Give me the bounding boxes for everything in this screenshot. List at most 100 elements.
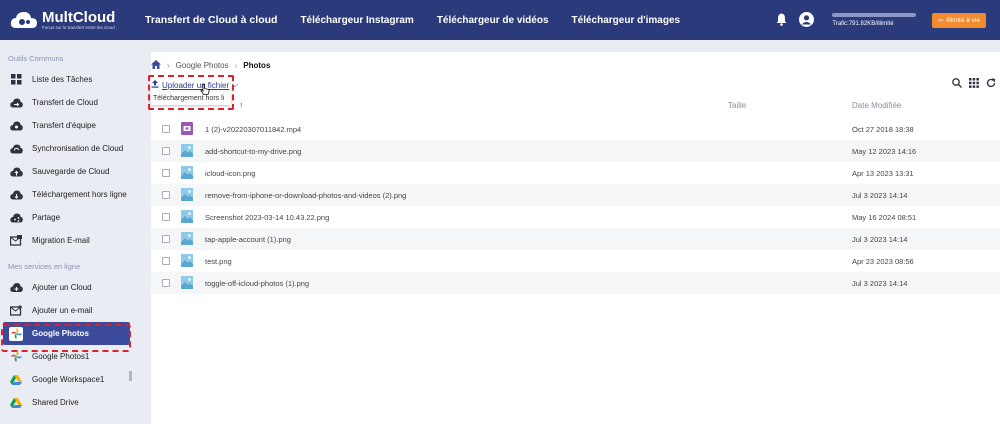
share-icon [9,211,23,225]
sidebar-item-email-migration[interactable]: Migration E-mail [0,229,135,252]
column-date-modified[interactable]: Date Modifiée [852,101,901,110]
sidebar-item-google-workspace1[interactable]: Google Workspace1 [0,368,135,391]
file-date: Apr 13 2023 13:31 [852,169,914,178]
file-name[interactable]: 1 (2)-v20220307011842.mp4 [205,125,301,134]
brand-name: MultCloud [42,8,116,26]
bell-icon[interactable] [776,13,787,28]
sidebar-item-cloud-transfer[interactable]: Transfert de Cloud [0,91,135,114]
image-file-icon [181,166,193,179]
file-date: Jul 3 2023 14:14 [852,279,908,288]
sort-arrow-icon[interactable]: ↑ [239,100,244,110]
image-file-icon [181,210,193,223]
traffic-text: Trafic:791.82KB/illimité [832,21,894,27]
row-checkbox[interactable] [162,213,170,221]
main-nav: Transfert de Cloud à cloud Téléchargeur … [145,0,703,40]
row-checkbox[interactable] [162,125,170,133]
file-date: Jul 3 2023 14:14 [852,191,908,200]
sidebar-item-label: Shared Drive [32,398,79,407]
nav-instagram-downloader[interactable]: Téléchargeur Instagram [300,0,413,40]
add-email-icon [9,304,23,318]
email-migration-icon [9,234,23,248]
file-name[interactable]: test.png [205,257,232,266]
cursor-hand-icon [200,84,210,97]
file-name[interactable]: remove-from-iphone-or-download-photos-an… [205,191,406,200]
refresh-icon[interactable] [986,78,996,90]
sidebar-item-label: Partage [32,213,61,222]
table-row[interactable]: tap-apple-account (1).png Jul 3 2023 14:… [151,228,1000,250]
sidebar-scrollbar[interactable] [129,371,132,381]
row-checkbox[interactable] [162,191,170,199]
table-row[interactable]: 1 (2)-v20220307011842.mp4 Oct 27 2018 18… [151,118,1000,140]
row-checkbox[interactable] [162,257,170,265]
grid-icon [9,73,23,87]
top-bar: MultCloud Focus sur le transfert entre l… [0,0,1000,40]
file-panel: › Google Photos › Photos Uploader un fic… [148,52,1000,424]
sidebar: Outils Communs Liste des Tâches Transfer… [0,40,135,424]
row-checkbox[interactable] [162,235,170,243]
sidebar-item-team-transfer[interactable]: Transfert d'équipe [0,114,135,137]
google-photos-highlight [1,324,131,352]
video-file-icon [181,122,193,135]
row-checkbox[interactable] [162,279,170,287]
google-drive-icon [9,373,23,387]
sidebar-item-label: Sauvegarde de Cloud [32,167,110,176]
google-drive-icon [9,396,23,410]
image-file-icon [181,276,193,289]
user-avatar-icon[interactable] [799,11,815,29]
section-common-tools: Outils Communs [8,53,64,63]
nav-image-downloader[interactable]: Téléchargeur d'images [572,0,681,40]
table-row[interactable]: remove-from-iphone-or-download-photos-an… [151,184,1000,206]
sidebar-item-label: Google Photos1 [32,352,90,361]
search-icon[interactable] [952,78,962,90]
image-file-icon [181,188,193,201]
breadcrumb-root[interactable]: Google Photos [176,61,229,70]
image-file-icon [181,232,193,245]
file-date: Jul 3 2023 14:14 [852,235,908,244]
upgrade-button[interactable]: ∞ Illimité à vie [932,12,986,28]
image-file-icon [181,254,193,267]
table-row[interactable]: toggle-off-icloud-photos (1).png Jul 3 2… [151,272,1000,294]
file-name[interactable]: Screenshot 2023-03-14 10.43.22.png [205,213,329,222]
image-file-icon [181,144,193,157]
sidebar-item-cloud-backup[interactable]: Sauvegarde de Cloud [0,160,135,183]
sidebar-item-shared-drive[interactable]: Shared Drive [0,391,135,414]
sidebar-item-label: Ajouter un e-mail [32,306,93,315]
home-icon[interactable] [151,60,161,71]
sidebar-item-cloud-sync[interactable]: Synchronisation de Cloud [0,137,135,160]
traffic-bar [832,13,917,17]
brand-tagline: Focus sur le transfert entre les cloud [42,24,115,30]
nav-video-downloader[interactable]: Téléchargeur de vidéos [437,0,549,40]
sidebar-item-task-list[interactable]: Liste des Tâches [0,68,135,91]
file-name[interactable]: toggle-off-icloud-photos (1).png [205,279,309,288]
column-size[interactable]: Taille [728,101,746,110]
file-name[interactable]: tap-apple-account (1).png [205,235,291,244]
table-row[interactable]: Screenshot 2023-03-14 10.43.22.png May 1… [151,206,1000,228]
cloud-download-icon [9,188,23,202]
file-date: Apr 23 2023 08:56 [852,257,914,266]
sidebar-item-add-email[interactable]: Ajouter un e-mail [0,299,135,322]
file-name[interactable]: icloud-icon.png [205,169,255,178]
file-name[interactable]: add-shortcut-to-my-drive.png [205,147,301,156]
row-checkbox[interactable] [162,169,170,177]
sidebar-item-add-cloud[interactable]: Ajouter un Cloud [0,276,135,299]
nav-cloud-transfer[interactable]: Transfert de Cloud à cloud [145,0,277,40]
sidebar-item-share[interactable]: Partage [0,206,135,229]
sidebar-item-offline-download[interactable]: Téléchargement hors ligne [0,183,135,206]
table-row[interactable]: add-shortcut-to-my-drive.png May 12 2023… [151,140,1000,162]
cloud-sync-icon [9,142,23,156]
grid-view-icon[interactable] [969,78,979,90]
breadcrumb-current: Photos [243,61,271,70]
row-checkbox[interactable] [162,147,170,155]
sidebar-item-label: Transfert d'équipe [32,121,96,130]
sidebar-item-label: Liste des Tâches [32,75,93,84]
sidebar-item-label: Google Workspace1 [32,375,105,384]
table-row[interactable]: test.png Apr 23 2023 08:56 [151,250,1000,272]
table-row[interactable]: icloud-icon.png Apr 13 2023 13:31 [151,162,1000,184]
cloud-logo-icon [10,10,38,30]
logo[interactable]: MultCloud Focus sur le transfert entre l… [0,0,135,40]
section-my-services: Mes services en ligne [8,261,81,271]
sidebar-item-label: Synchronisation de Cloud [32,144,124,153]
upgrade-label: Illimité à vie [946,16,980,24]
breadcrumb: › Google Photos › Photos [151,60,270,71]
file-date: May 12 2023 14:16 [852,147,917,156]
